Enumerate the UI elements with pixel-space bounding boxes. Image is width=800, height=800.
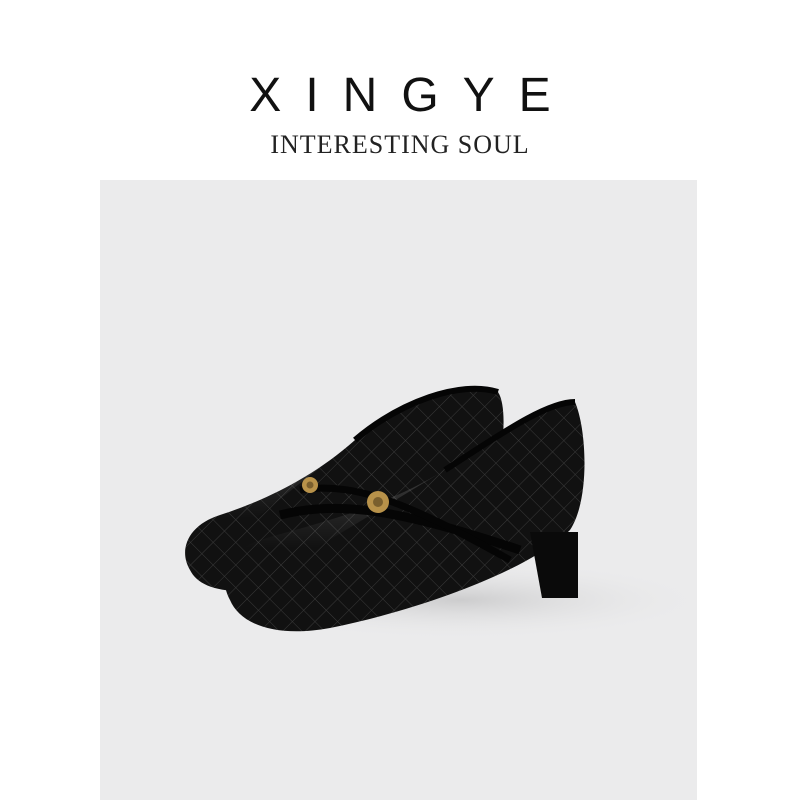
product-photo <box>100 180 697 800</box>
brand-logo: XINGYE <box>249 69 575 122</box>
brand-tagline: INTERESTING SOUL <box>270 130 530 159</box>
